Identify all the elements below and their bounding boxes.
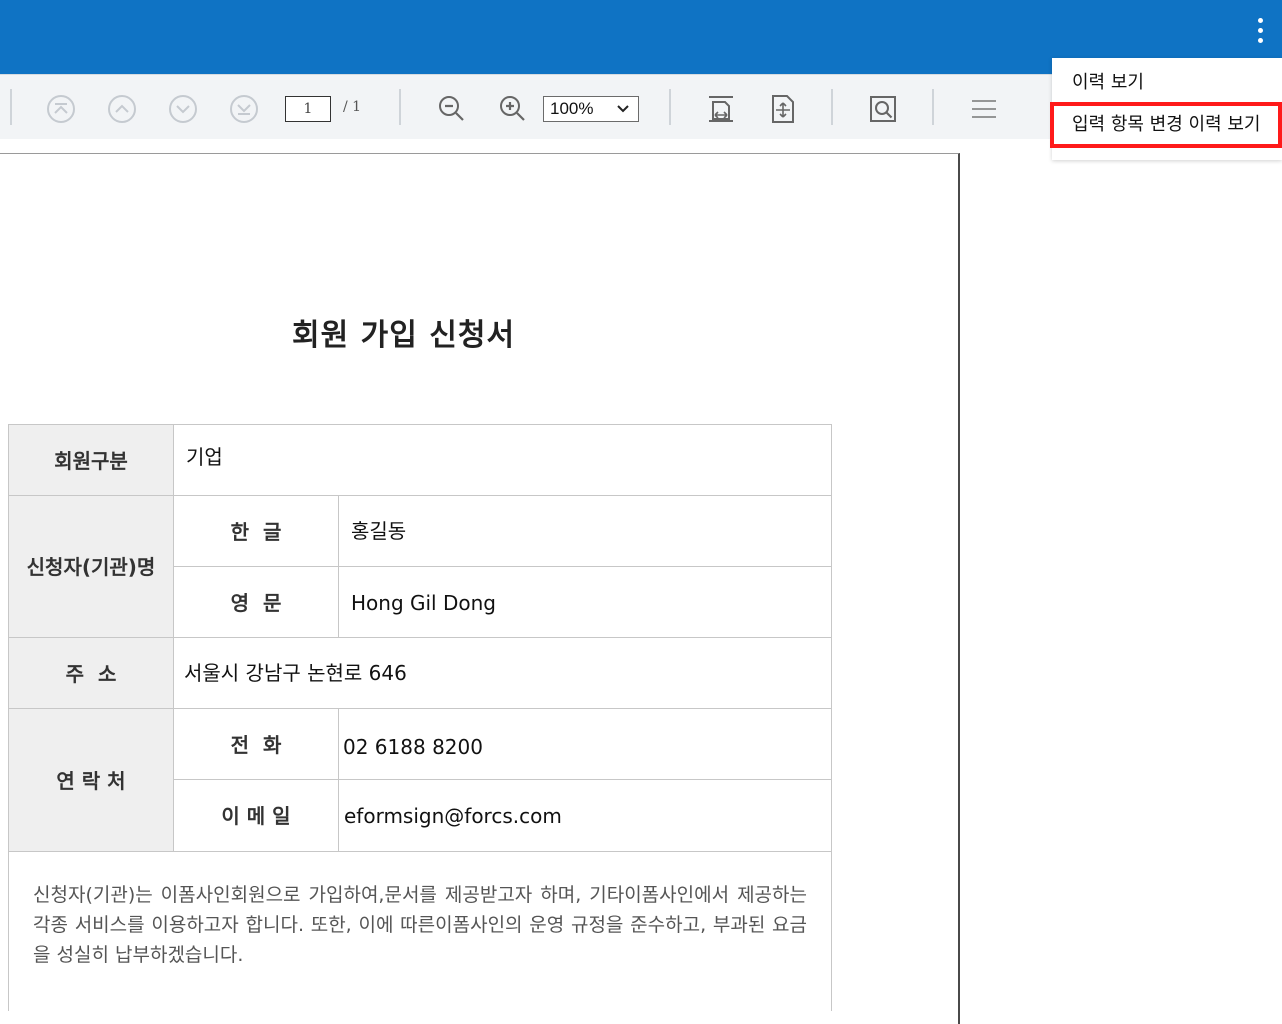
menu-item-view-history[interactable]: 이력 보기	[1052, 60, 1282, 106]
email-label: 이 메 일	[173, 779, 339, 852]
zoom-out-icon[interactable]	[436, 93, 468, 125]
search-icon[interactable]	[867, 93, 899, 125]
menu-icon[interactable]	[968, 93, 1000, 125]
chevron-down-icon	[617, 105, 629, 113]
member-type-value[interactable]: 기업	[173, 424, 832, 496]
more-options-icon[interactable]	[1250, 18, 1270, 52]
first-page-icon[interactable]	[45, 93, 77, 125]
fit-page-icon[interactable]	[767, 93, 799, 125]
toolbar-divider	[932, 89, 934, 125]
toolbar-divider	[669, 89, 671, 125]
toolbar-divider	[831, 89, 833, 125]
korean-name-value[interactable]: 홍길동	[338, 495, 832, 567]
email-value[interactable]: eformsign@forcs.com	[338, 779, 832, 852]
next-page-icon[interactable]	[167, 93, 199, 125]
document-title: 회원 가입 신청서	[292, 318, 516, 353]
zoom-in-icon[interactable]	[497, 93, 529, 125]
prev-page-icon[interactable]	[106, 93, 138, 125]
member-type-label: 회원구분	[8, 424, 174, 496]
english-name-label: 영 문	[173, 566, 339, 638]
page-total: / 1	[343, 99, 362, 115]
korean-name-label: 한 글	[173, 495, 339, 567]
phone-label: 전 화	[173, 708, 339, 780]
zoom-select[interactable]: 100%	[543, 96, 639, 122]
address-value[interactable]: 서울시 강남구 논현로 646	[173, 637, 832, 709]
phone-value[interactable]: 02 6188 8200	[338, 708, 832, 780]
english-name-value[interactable]: Hong Gil Dong	[338, 566, 832, 638]
page-number-input[interactable]: 1	[285, 96, 331, 122]
zoom-value: 100%	[550, 99, 594, 118]
consent-notice: 신청자(기관)는 이폼사인회원으로 가입하여,문서를 제공받고자 하며, 기타이…	[8, 851, 832, 1011]
toolbar-divider	[399, 89, 401, 125]
contact-label: 연 락 처	[8, 708, 174, 852]
fit-width-icon[interactable]	[705, 93, 737, 125]
toolbar-divider	[10, 89, 12, 125]
applicant-name-label: 신청자(기관)명	[8, 495, 174, 638]
address-label: 주 소	[8, 637, 174, 709]
menu-item-view-input-change-history[interactable]: 입력 항목 변경 이력 보기	[1050, 102, 1282, 148]
last-page-icon[interactable]	[228, 93, 260, 125]
options-dropdown-menu: 이력 보기 입력 항목 변경 이력 보기	[1050, 58, 1282, 160]
